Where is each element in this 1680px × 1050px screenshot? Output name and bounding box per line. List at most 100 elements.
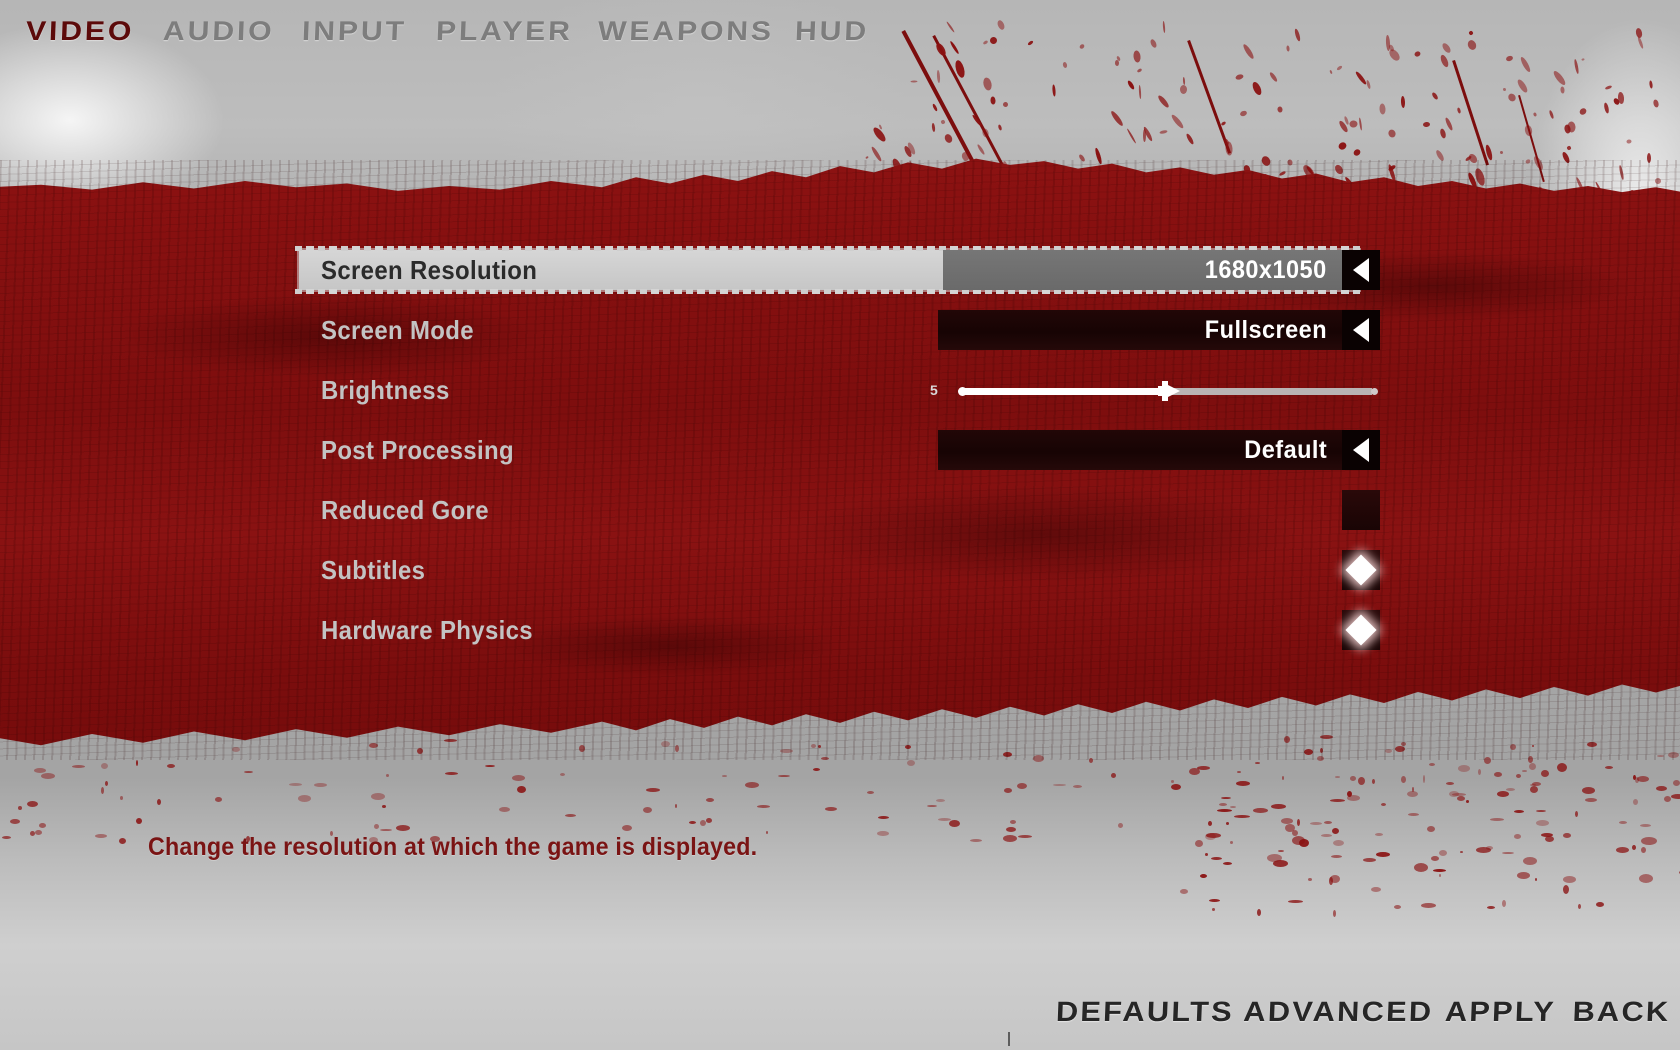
blood-speck bbox=[1668, 752, 1679, 758]
value-box-screen-resolution[interactable]: 1680x1050 bbox=[943, 250, 1343, 290]
blood-speck bbox=[1566, 145, 1572, 151]
blood-speck bbox=[1310, 822, 1322, 825]
blood-speck bbox=[1260, 154, 1272, 168]
blood-speck bbox=[1358, 777, 1365, 785]
diamond-check-icon bbox=[1345, 614, 1377, 646]
caret-left-icon-screen-mode[interactable] bbox=[1342, 310, 1380, 350]
checkbox-subtitles[interactable] bbox=[1342, 550, 1380, 590]
blood-speck bbox=[778, 775, 790, 777]
blood-speck bbox=[1220, 120, 1227, 127]
blood-speck bbox=[1234, 73, 1245, 81]
blood-speck bbox=[1271, 804, 1286, 809]
blood-speck bbox=[1505, 54, 1514, 63]
blood-speck bbox=[1431, 856, 1439, 861]
blood-speck bbox=[1427, 826, 1435, 832]
setting-label-screen-resolution: Screen Resolution bbox=[321, 255, 538, 285]
blood-speck bbox=[1585, 798, 1597, 802]
tab-player[interactable]: PLAYER bbox=[435, 16, 573, 47]
blood-speck bbox=[1111, 773, 1116, 778]
setting-row-subtitles[interactable]: Subtitles bbox=[0, 548, 1680, 608]
blood-speck bbox=[700, 820, 706, 826]
blood-speck bbox=[1632, 845, 1636, 850]
blood-speck bbox=[1431, 91, 1439, 101]
blood-speck bbox=[1535, 878, 1537, 881]
footer-button-advanced[interactable]: ADVANCED bbox=[1242, 996, 1434, 1028]
blood-speck bbox=[1439, 850, 1447, 856]
blood-speck bbox=[1446, 782, 1454, 785]
blood-speck bbox=[825, 807, 837, 811]
blood-speck bbox=[1619, 821, 1627, 824]
value-text-post-processing: Default bbox=[1244, 436, 1327, 464]
blood-speck bbox=[1413, 50, 1422, 58]
blood-speck bbox=[560, 773, 565, 776]
setting-row-hardware-physics[interactable]: Hardware Physics bbox=[0, 608, 1680, 668]
tab-hud[interactable]: HUD bbox=[794, 16, 869, 47]
setting-label-brightness: Brightness bbox=[321, 375, 450, 405]
caret-left-icon-post-processing[interactable] bbox=[1342, 430, 1380, 470]
value-box-screen-mode[interactable]: Fullscreen bbox=[938, 310, 1343, 350]
blood-speck bbox=[1530, 786, 1538, 793]
blood-speck bbox=[1276, 106, 1284, 113]
blood-speck bbox=[1414, 863, 1428, 872]
slider-cap-right bbox=[1371, 388, 1378, 395]
blood-speck bbox=[1604, 84, 1613, 91]
blood-speck bbox=[1578, 106, 1588, 117]
blood-speck bbox=[949, 820, 960, 827]
blood-speck bbox=[1575, 811, 1578, 817]
blood-speck bbox=[1578, 904, 1581, 909]
blood-speck bbox=[1221, 797, 1231, 799]
blood-speck bbox=[622, 825, 632, 831]
setting-row-screen-mode[interactable]: Screen Mode Fullscreen bbox=[0, 308, 1680, 368]
blood-speck bbox=[982, 76, 993, 92]
blood-speck bbox=[371, 793, 385, 800]
blood-speck bbox=[1372, 779, 1375, 784]
setting-row-reduced-gore[interactable]: Reduced Gore bbox=[0, 488, 1680, 548]
blood-speck bbox=[72, 765, 85, 768]
blood-speck bbox=[877, 831, 889, 836]
setting-row-post-processing[interactable]: Post Processing Default bbox=[0, 428, 1680, 488]
footer-button-back[interactable]: BACK bbox=[1572, 996, 1671, 1028]
slider-brightness[interactable]: 5 bbox=[930, 376, 1380, 404]
setting-row-screen-resolution[interactable]: Screen Resolution 1680x1050 bbox=[0, 246, 1680, 308]
caret-left-icon-screen-resolution[interactable] bbox=[1342, 250, 1380, 290]
blood-speck bbox=[517, 786, 526, 793]
blood-speck bbox=[1241, 43, 1256, 60]
setting-label-post-processing: Post Processing bbox=[321, 435, 514, 465]
blood-speck bbox=[1250, 80, 1264, 97]
slider-handle[interactable] bbox=[1154, 374, 1188, 408]
value-text-screen-mode: Fullscreen bbox=[1204, 316, 1327, 344]
blood-speck bbox=[1515, 78, 1530, 94]
tab-audio[interactable]: AUDIO bbox=[162, 16, 275, 47]
footer-button-apply[interactable]: APPLY bbox=[1445, 996, 1557, 1028]
blood-speck bbox=[990, 96, 996, 105]
blood-speck bbox=[1671, 794, 1680, 799]
blood-speck bbox=[1440, 41, 1453, 55]
blood-speck bbox=[1156, 94, 1171, 109]
blood-speck bbox=[1656, 786, 1667, 791]
tab-weapons[interactable]: WEAPONS bbox=[597, 16, 774, 47]
blood-speck bbox=[1018, 835, 1032, 838]
blood-speck bbox=[943, 132, 954, 145]
blood-speck bbox=[1109, 109, 1125, 128]
blood-speck bbox=[1639, 874, 1653, 883]
tab-input[interactable]: INPUT bbox=[301, 16, 407, 47]
checkbox-hardware-physics[interactable] bbox=[1342, 610, 1380, 650]
blood-speck bbox=[1286, 158, 1294, 167]
setting-row-brightness[interactable]: Brightness 5 bbox=[0, 368, 1680, 428]
footer-button-defaults[interactable]: DEFAULTS bbox=[1055, 996, 1234, 1028]
value-box-post-processing[interactable]: Default bbox=[938, 430, 1343, 470]
blood-speck bbox=[1587, 742, 1597, 747]
blood-speck bbox=[1633, 799, 1638, 805]
blood-speck bbox=[706, 818, 712, 823]
slider-cap-left bbox=[958, 387, 967, 396]
tab-video[interactable]: VIDEO bbox=[25, 16, 134, 47]
blood-speck bbox=[675, 745, 679, 752]
blood-speck bbox=[910, 80, 918, 83]
blood-speck bbox=[1219, 803, 1227, 806]
checkbox-reduced-gore[interactable] bbox=[1342, 490, 1380, 530]
blood-speck bbox=[10, 819, 20, 824]
blood-speck bbox=[689, 821, 696, 824]
blood-speck bbox=[1078, 43, 1086, 50]
blood-speck bbox=[1354, 70, 1368, 86]
blood-speck bbox=[1217, 809, 1232, 812]
